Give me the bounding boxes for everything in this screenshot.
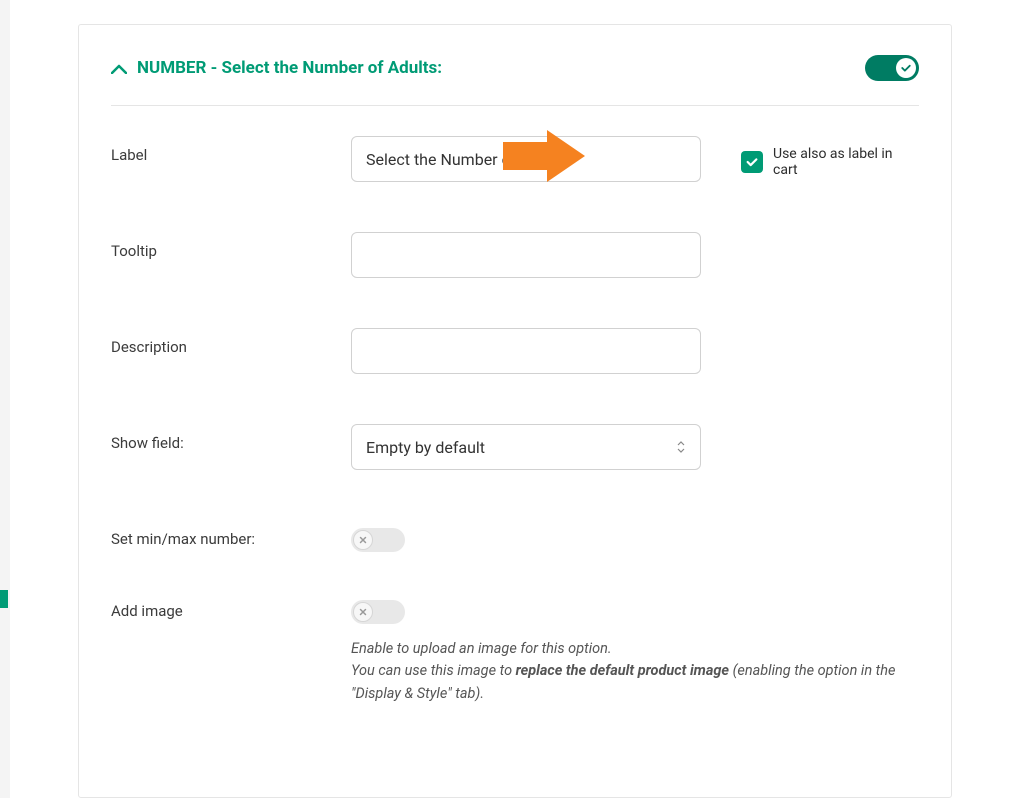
panel-header: NUMBER - Select the Number of Adults: xyxy=(111,55,919,106)
add-image-field-label: Add image xyxy=(111,592,351,620)
addon-panel: NUMBER - Select the Number of Adults: La… xyxy=(78,24,952,798)
panel-title-group[interactable]: NUMBER - Select the Number of Adults: xyxy=(111,58,442,79)
minmax-toggle-wrap xyxy=(351,520,701,552)
show-field-select[interactable]: Empty by default xyxy=(351,424,701,470)
helper-line-2a: You can use this image to xyxy=(351,662,516,679)
main-content-area: NUMBER - Select the Number of Adults: La… xyxy=(10,0,1010,798)
tooltip-input-wrap xyxy=(351,232,701,278)
add-image-toggle[interactable] xyxy=(351,600,405,624)
description-input-wrap xyxy=(351,328,701,374)
chevron-up-icon[interactable] xyxy=(111,58,127,79)
show-field-label: Show field: xyxy=(111,424,351,452)
use-as-cart-label-checkbox[interactable] xyxy=(741,151,763,173)
label-field-label: Label xyxy=(111,136,351,164)
tooltip-row: Tooltip xyxy=(111,232,919,278)
add-image-helper-text: Enable to upload an image for this optio… xyxy=(351,638,931,705)
label-input-wrap xyxy=(351,136,701,182)
description-field-label: Description xyxy=(111,328,351,356)
toggle-knob-off xyxy=(353,530,373,550)
minmax-field-label: Set min/max number: xyxy=(111,520,351,548)
label-input[interactable] xyxy=(351,136,701,182)
minmax-toggle[interactable] xyxy=(351,528,405,552)
show-field-select-wrap: Empty by default xyxy=(351,424,701,470)
tooltip-field-label: Tooltip xyxy=(111,232,351,260)
helper-line-2b: replace the default product image xyxy=(516,662,729,679)
panel-enable-toggle[interactable] xyxy=(865,55,919,81)
use-as-cart-label-text: Use also as label in cart xyxy=(773,146,919,178)
left-accent-marker xyxy=(0,590,8,608)
label-checkbox-group: Use also as label in cart xyxy=(701,136,919,178)
show-field-selected-value: Empty by default xyxy=(366,438,485,457)
minmax-row: Set min/max number: xyxy=(111,520,919,552)
toggle-knob-off-2 xyxy=(353,602,373,622)
show-field-row: Show field: Empty by default xyxy=(111,424,919,470)
form-body: Label Use also as label in cart xyxy=(111,106,919,705)
select-chevrons-icon xyxy=(676,440,686,454)
left-edge-strip xyxy=(0,0,10,798)
panel-title: NUMBER - Select the Number of Adults: xyxy=(137,58,442,78)
description-row: Description xyxy=(111,328,919,374)
label-row: Label Use also as label in cart xyxy=(111,136,919,182)
add-image-toggle-wrap: Enable to upload an image for this optio… xyxy=(351,592,931,705)
tooltip-input[interactable] xyxy=(351,232,701,278)
helper-line-1: Enable to upload an image for this optio… xyxy=(351,640,612,657)
add-image-row: Add image Enable to upload an image for … xyxy=(111,592,919,705)
toggle-knob-on xyxy=(896,58,916,78)
description-input[interactable] xyxy=(351,328,701,374)
